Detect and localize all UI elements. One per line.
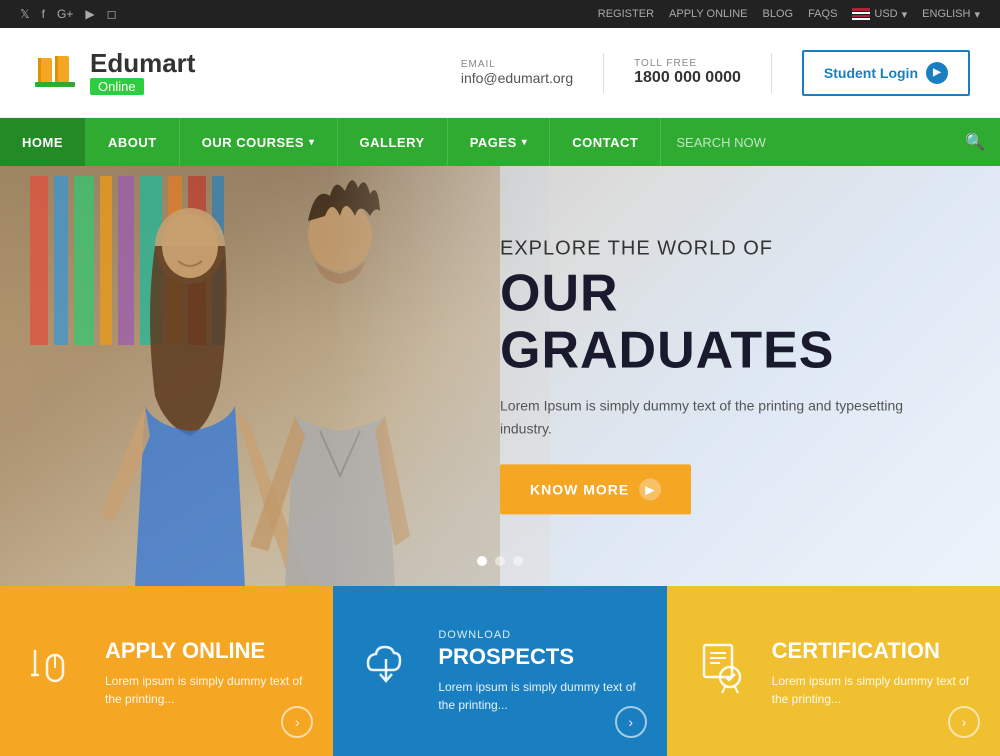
certification-title: CERTIFICATION: [772, 638, 975, 664]
prospects-arrow-button[interactable]: ›: [615, 706, 647, 738]
hero-content: EXPLORE THE WORLD OF OUR GRADUATES Lorem…: [500, 237, 920, 514]
courses-chevron-icon: ▾: [309, 137, 315, 148]
language-label: ENGLISH: [922, 8, 970, 20]
search-input[interactable]: [676, 135, 955, 150]
currency-selector[interactable]: USD ▾: [852, 8, 907, 21]
instagram-icon[interactable]: ◻: [107, 7, 117, 21]
certification-arrow-button[interactable]: ›: [948, 706, 980, 738]
slider-dot-3[interactable]: [513, 556, 523, 566]
apply-online-title: APPLY ONLINE: [105, 638, 308, 664]
google-plus-icon[interactable]: G+: [57, 7, 73, 21]
search-bar: 🔍: [661, 118, 1000, 166]
logo-icon: [30, 48, 80, 98]
facebook-icon[interactable]: f: [42, 7, 45, 21]
apply-online-icon: [25, 635, 85, 707]
language-selector[interactable]: ENGLISH ▾: [922, 8, 980, 21]
currency-label: USD: [874, 8, 897, 20]
header: Edumart Online EMAIL info@edumart.org TO…: [0, 28, 1000, 118]
nav-our-courses[interactable]: OUR COURSES ▾: [180, 118, 338, 166]
apply-online-content: APPLY ONLINE Lorem ipsum is simply dummy…: [105, 635, 308, 708]
nav-pages[interactable]: PAGES ▾: [448, 118, 551, 166]
know-more-arrow-icon: ▶: [639, 479, 661, 501]
apply-online-card: APPLY ONLINE Lorem ipsum is simply dummy…: [0, 586, 333, 756]
slider-dot-1[interactable]: [477, 556, 487, 566]
certification-icon: [692, 635, 752, 707]
know-more-button[interactable]: KNOW MORE ▶: [500, 465, 691, 515]
student-login-button[interactable]: Student Login ▶: [802, 50, 970, 96]
search-icon[interactable]: 🔍: [965, 132, 985, 152]
faqs-link[interactable]: FAQS: [808, 8, 837, 20]
blog-link[interactable]: BLOG: [762, 8, 793, 20]
hero-description: Lorem Ipsum is simply dummy text of the …: [500, 395, 920, 440]
phone-label: TOLL FREE: [634, 58, 741, 69]
prospects-icon: [358, 635, 418, 707]
email-contact: EMAIL info@edumart.org: [461, 59, 573, 86]
nav-gallery[interactable]: GALLERY: [338, 118, 448, 166]
prospects-card: DOWNLOAD PROSPECTS Lorem ipsum is simply…: [333, 586, 666, 756]
hero-section: EXPLORE THE WORLD OF OUR GRADUATES Lorem…: [0, 166, 1000, 586]
nav-contact[interactable]: CONTACT: [550, 118, 661, 166]
prospects-content: DOWNLOAD PROSPECTS Lorem ipsum is simply…: [438, 629, 641, 714]
phone-value: 1800 000 0000: [634, 69, 741, 87]
top-bar: 𝕏 f G+ ▶ ◻ REGISTER APPLY ONLINE BLOG FA…: [0, 0, 1000, 28]
prospects-desc: Lorem ipsum is simply dummy text of the …: [438, 678, 641, 714]
header-contact: EMAIL info@edumart.org TOLL FREE 1800 00…: [461, 50, 970, 96]
know-more-label: KNOW MORE: [530, 482, 629, 498]
logo-name: Edumart: [90, 50, 195, 76]
certification-content: CERTIFICATION Lorem ipsum is simply dumm…: [772, 635, 975, 708]
login-arrow-icon: ▶: [926, 62, 948, 84]
nav-about[interactable]: ABOUT: [86, 118, 180, 166]
slider-dots: [477, 556, 523, 566]
top-bar-right: REGISTER APPLY ONLINE BLOG FAQS USD ▾ EN…: [598, 8, 980, 21]
youtube-icon[interactable]: ▶: [85, 7, 94, 21]
certification-desc: Lorem ipsum is simply dummy text of the …: [772, 672, 975, 708]
apply-online-arrow-button[interactable]: ›: [281, 706, 313, 738]
header-divider: [603, 53, 604, 93]
hero-subtitle: EXPLORE THE WORLD OF: [500, 237, 920, 260]
apply-online-link[interactable]: APPLY ONLINE: [669, 8, 747, 20]
header-divider-2: [771, 53, 772, 93]
flag-icon: [852, 8, 870, 20]
prospects-title: PROSPECTS: [438, 644, 641, 670]
prospects-subtitle: DOWNLOAD: [438, 629, 641, 641]
hero-students-area: [0, 166, 550, 586]
slider-dot-2[interactable]: [495, 556, 505, 566]
email-label: EMAIL: [461, 59, 573, 70]
logo[interactable]: Edumart Online: [30, 48, 195, 98]
certification-card: CERTIFICATION Lorem ipsum is simply dumm…: [667, 586, 1000, 756]
hero-title: OUR GRADUATES: [500, 265, 920, 379]
logo-text: Edumart Online: [90, 50, 195, 95]
language-chevron: ▾: [974, 8, 980, 21]
bottom-cards: APPLY ONLINE Lorem ipsum is simply dummy…: [0, 586, 1000, 756]
apply-online-desc: Lorem ipsum is simply dummy text of the …: [105, 672, 308, 708]
navbar: HOME ABOUT OUR COURSES ▾ GALLERY PAGES ▾…: [0, 118, 1000, 166]
social-links: 𝕏 f G+ ▶ ◻: [20, 7, 117, 21]
pages-chevron-icon: ▾: [522, 137, 528, 148]
student-login-label: Student Login: [824, 65, 918, 81]
phone-contact: TOLL FREE 1800 000 0000: [634, 58, 741, 87]
currency-chevron: ▾: [902, 8, 908, 21]
twitter-icon[interactable]: 𝕏: [20, 7, 30, 21]
register-link[interactable]: REGISTER: [598, 8, 654, 20]
nav-home[interactable]: HOME: [0, 118, 86, 166]
logo-online: Online: [90, 78, 144, 95]
email-value: info@edumart.org: [461, 70, 573, 86]
